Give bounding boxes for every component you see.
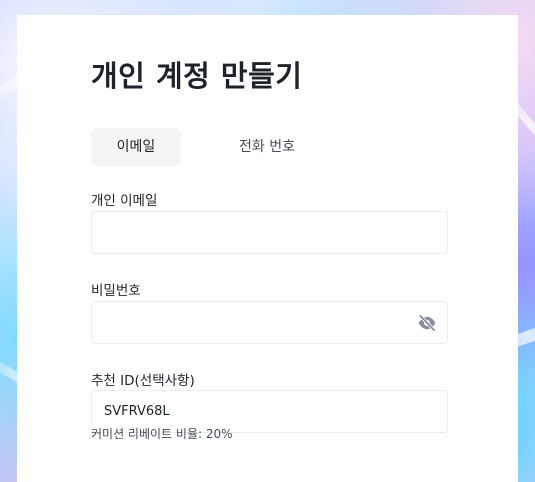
referral-label: 추천 ID(선택사항) — [91, 373, 195, 389]
password-field[interactable] — [91, 301, 448, 344]
email-field[interactable] — [91, 211, 448, 254]
signup-card: 개인 계정 만들기 이메일 전화 번호 개인 이메일 비밀번호 추천 ID(선택… — [17, 15, 518, 482]
page-title: 개인 계정 만들기 — [91, 59, 303, 93]
tab-email[interactable]: 이메일 — [91, 128, 181, 166]
commission-rate-hint: 커미션 리베이트 비율: 20% — [91, 427, 233, 441]
email-label: 개인 이메일 — [91, 193, 158, 209]
password-label: 비밀번호 — [91, 283, 141, 299]
eye-slash-icon[interactable] — [417, 313, 437, 333]
tab-phone-number[interactable]: 전화 번호 — [207, 128, 327, 166]
